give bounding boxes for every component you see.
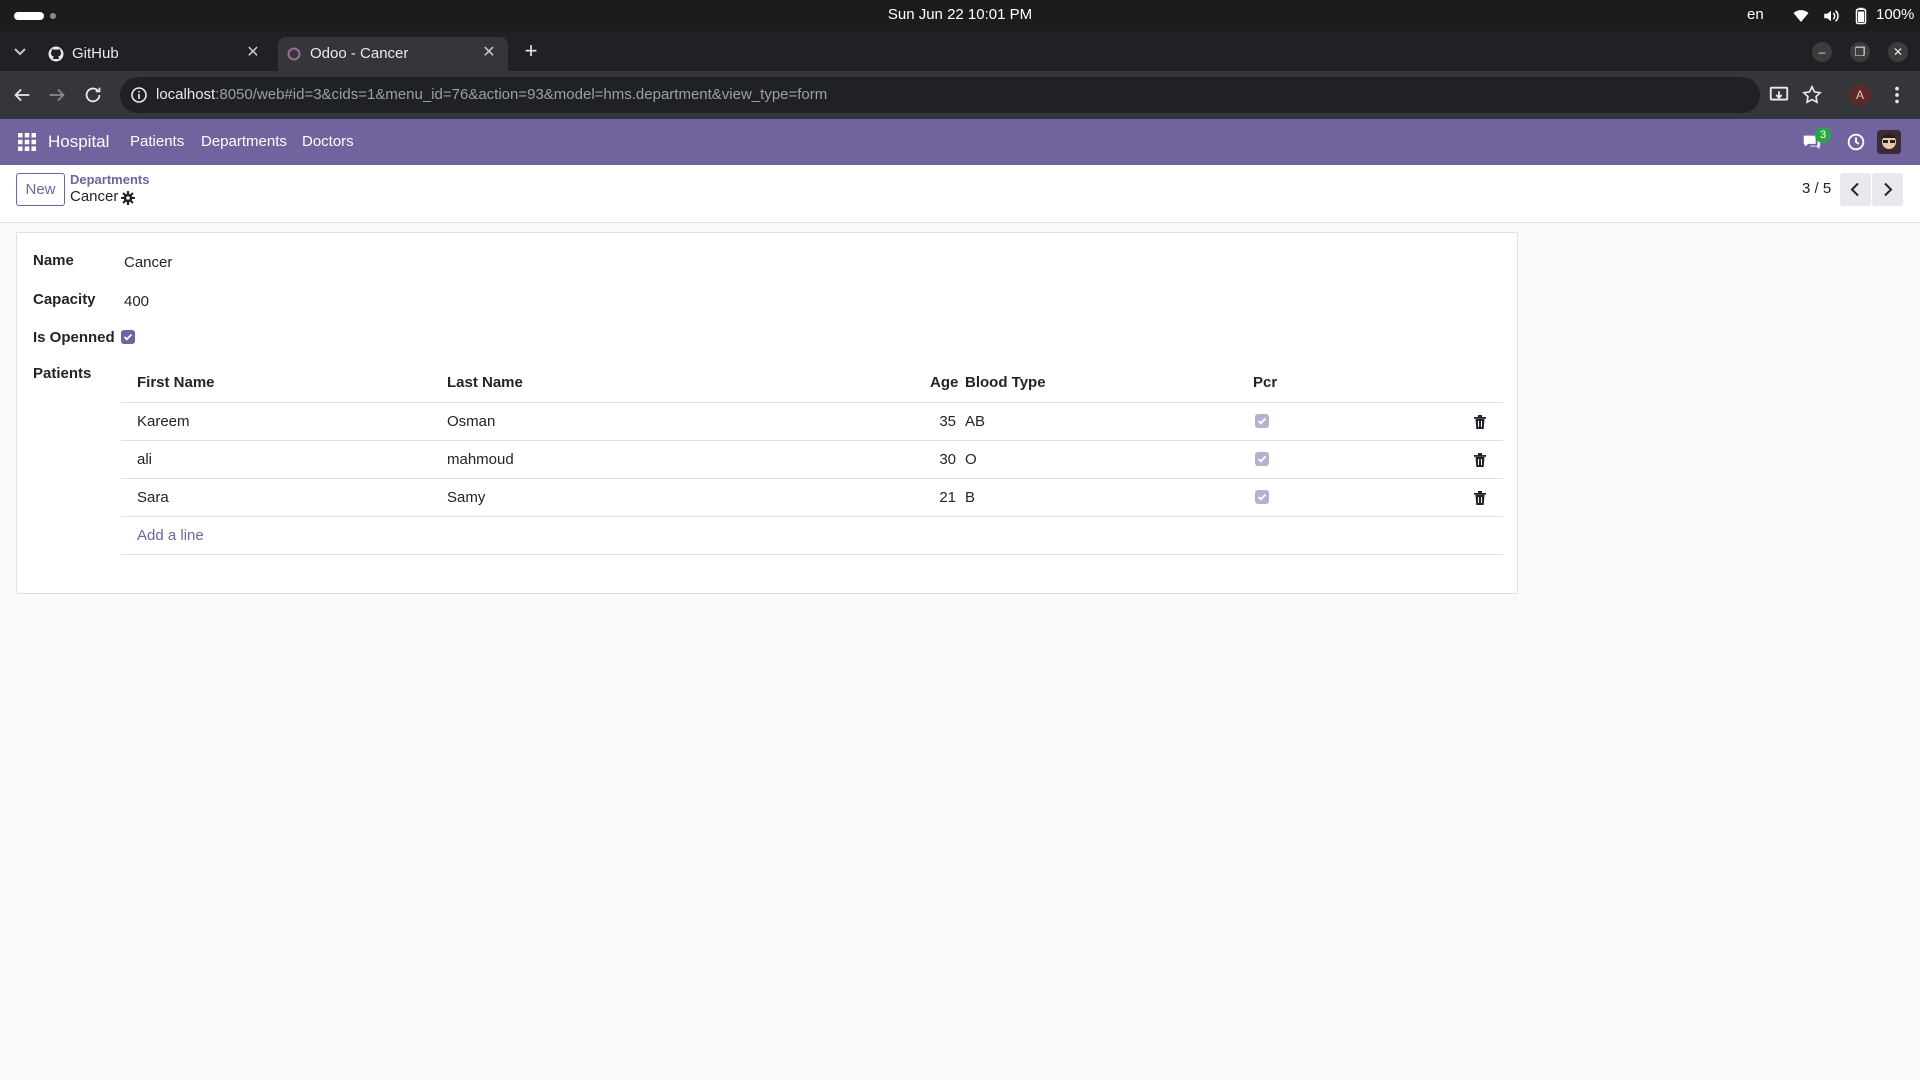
tab-github[interactable]: GitHub ✕ — [40, 37, 272, 71]
check-icon — [1257, 417, 1267, 425]
tab-odoo-cancer[interactable]: Odoo - Cancer ✕ — [278, 37, 508, 71]
url-text[interactable]: localhost:8050/web#id=3&cids=1&menu_id=7… — [156, 86, 827, 103]
pager-next-button[interactable] — [1872, 173, 1903, 206]
close-tab-icon[interactable]: ✕ — [244, 44, 262, 62]
os-top-bar: Sun Jun 22 10:01 PM en 100% — [0, 0, 1920, 31]
pager-value[interactable]: 3 / 5 — [1802, 180, 1831, 197]
new-record-button[interactable]: New — [16, 173, 65, 206]
trash-icon[interactable] — [1473, 452, 1487, 468]
forward-icon[interactable] — [46, 84, 68, 106]
col-first-name[interactable]: First Name — [137, 374, 215, 391]
cell-age[interactable]: 35 — [916, 413, 956, 430]
tab-title: Odoo - Cancer — [310, 45, 409, 62]
cell-age[interactable]: 21 — [916, 489, 956, 506]
form-sheet: Name Cancer Capacity 400 Is Openned Pati… — [16, 232, 1518, 594]
chevron-right-icon — [1884, 182, 1893, 197]
close-tab-icon[interactable]: ✕ — [480, 44, 498, 62]
patients-table: First Name Last Name Age Blood Type Pcr … — [121, 363, 1503, 555]
menu-departments[interactable]: Departments — [201, 133, 287, 150]
pcr-checkbox[interactable] — [1255, 414, 1269, 428]
col-last-name[interactable]: Last Name — [447, 374, 523, 391]
cell-blood-type[interactable]: B — [965, 489, 975, 506]
check-icon — [1257, 455, 1267, 463]
volume-icon[interactable] — [1822, 7, 1840, 25]
url-path: :8050/web#id=3&cids=1&menu_id=76&action=… — [215, 86, 828, 103]
breadcrumb-departments[interactable]: Departments — [70, 172, 149, 187]
restore-window-icon[interactable]: ❐ — [1850, 42, 1870, 62]
table-row[interactable]: Sara Samy 21 B — [121, 479, 1503, 517]
github-icon — [48, 46, 64, 62]
cell-first-name[interactable]: Sara — [137, 489, 169, 506]
col-blood-type[interactable]: Blood Type — [965, 374, 1046, 391]
system-clock[interactable]: Sun Jun 22 10:01 PM — [0, 6, 1920, 23]
user-avatar-icon — [1877, 130, 1901, 154]
address-bar[interactable]: localhost:8050/web#id=3&cids=1&menu_id=7… — [120, 77, 1760, 113]
cell-age[interactable]: 30 — [916, 451, 956, 468]
minimize-window-icon[interactable]: – — [1812, 42, 1832, 62]
trash-icon[interactable] — [1473, 490, 1487, 506]
close-window-icon[interactable]: ✕ — [1888, 42, 1908, 62]
table-row[interactable]: Kareem Osman 35 AB — [121, 403, 1503, 441]
user-avatar[interactable] — [1877, 130, 1901, 154]
browser-toolbar: localhost:8050/web#id=3&cids=1&menu_id=7… — [0, 71, 1920, 119]
tab-title: GitHub — [72, 45, 119, 62]
capacity-label: Capacity — [33, 291, 96, 308]
cell-blood-type[interactable]: O — [965, 451, 977, 468]
cell-first-name[interactable]: ali — [137, 451, 152, 468]
browser-tab-strip: GitHub ✕ Odoo - Cancer ✕ + – ❐ ✕ — [0, 31, 1920, 71]
cell-blood-type[interactable]: AB — [965, 413, 985, 430]
gear-icon[interactable] — [121, 191, 135, 205]
check-icon — [123, 333, 133, 341]
cell-last-name[interactable]: Samy — [447, 489, 485, 506]
cell-first-name[interactable]: Kareem — [137, 413, 190, 430]
cell-last-name[interactable]: mahmoud — [447, 451, 514, 468]
apps-menu-icon[interactable] — [18, 133, 36, 151]
keyboard-language[interactable]: en — [1747, 6, 1764, 23]
patients-label: Patients — [33, 365, 92, 382]
table-row[interactable]: ali mahmoud 30 O — [121, 441, 1503, 479]
pager-previous-button[interactable] — [1840, 173, 1871, 206]
battery-percent: 100% — [1876, 6, 1915, 23]
odoo-icon — [287, 47, 301, 61]
browser-menu-icon[interactable] — [1886, 84, 1908, 106]
col-age[interactable]: Age — [930, 374, 958, 391]
add-line-link[interactable]: Add a line — [137, 527, 204, 544]
url-host: localhost — [156, 86, 216, 103]
app-brand[interactable]: Hospital — [48, 132, 109, 152]
site-info-icon[interactable] — [130, 86, 148, 104]
battery-icon[interactable] — [1852, 7, 1870, 25]
activity-clock-icon[interactable] — [1845, 131, 1867, 153]
breadcrumb-current: Cancer — [70, 188, 119, 205]
capacity-field[interactable]: 400 — [124, 293, 149, 310]
col-pcr[interactable]: Pcr — [1253, 374, 1277, 391]
table-header: First Name Last Name Age Blood Type Pcr — [121, 363, 1503, 403]
control-panel: New Departments Cancer 3 / 5 — [0, 165, 1920, 223]
is-opened-checkbox[interactable] — [121, 330, 135, 344]
name-label: Name — [33, 252, 74, 269]
bookmark-star-icon[interactable] — [1801, 84, 1823, 106]
back-icon[interactable] — [11, 84, 33, 106]
menu-doctors[interactable]: Doctors — [302, 133, 354, 150]
chat-count-badge: 3 — [1815, 127, 1831, 143]
tab-search-icon[interactable] — [8, 39, 32, 63]
new-tab-icon[interactable]: + — [520, 40, 542, 62]
add-line-row: Add a line — [121, 517, 1503, 555]
pcr-checkbox[interactable] — [1255, 490, 1269, 504]
install-app-icon[interactable] — [1768, 84, 1790, 106]
menu-patients[interactable]: Patients — [130, 133, 184, 150]
name-field[interactable]: Cancer — [124, 254, 172, 271]
odoo-navbar: Hospital Patients Departments Doctors 3 — [0, 119, 1920, 165]
chevron-left-icon — [1850, 182, 1859, 197]
check-icon — [1257, 493, 1267, 501]
is-opened-label: Is Openned — [33, 329, 115, 346]
trash-icon[interactable] — [1473, 414, 1487, 430]
wifi-icon[interactable] — [1792, 7, 1810, 25]
cell-last-name[interactable]: Osman — [447, 413, 495, 430]
profile-avatar[interactable]: A — [1849, 84, 1871, 106]
reload-icon[interactable] — [82, 84, 104, 106]
pcr-checkbox[interactable] — [1255, 452, 1269, 466]
